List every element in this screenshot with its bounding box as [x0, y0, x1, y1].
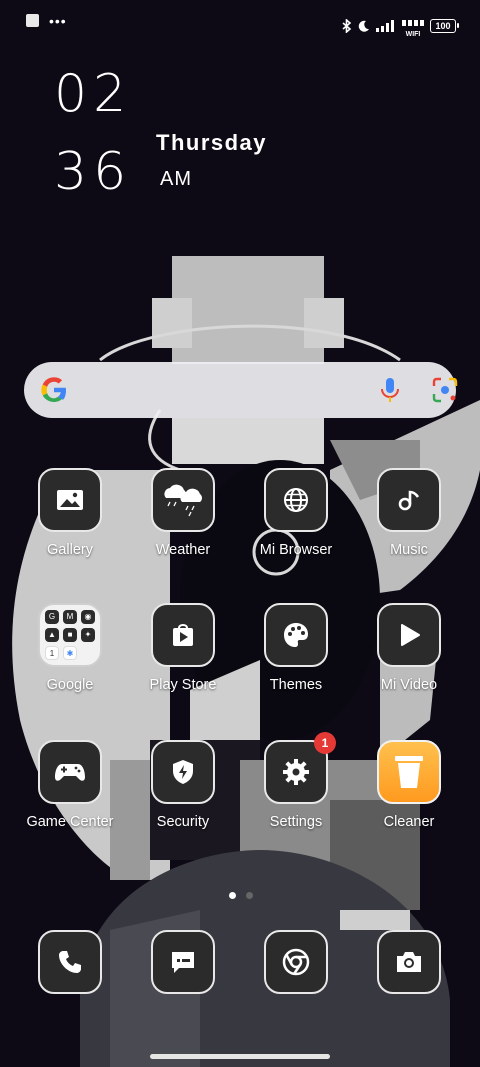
- app-label: Themes: [269, 677, 323, 693]
- more-dots-icon: •••: [49, 12, 67, 29]
- dock-chrome[interactable]: [240, 930, 352, 994]
- app-label: Music: [390, 542, 428, 558]
- google-lens-icon[interactable]: [432, 377, 458, 403]
- weather-icon: [164, 484, 202, 517]
- app-mi-video[interactable]: Mi Video: [353, 603, 465, 693]
- app-label: Gallery: [47, 542, 93, 558]
- folder-mini-icon: M: [63, 610, 77, 624]
- app-music[interactable]: Music: [353, 468, 465, 558]
- app-settings[interactable]: 1 Settings: [240, 732, 352, 830]
- page-dot: [246, 892, 253, 899]
- dock-camera[interactable]: [353, 930, 465, 994]
- phone-icon: [59, 951, 81, 973]
- music-note-icon: [398, 490, 420, 511]
- signal-icon: [376, 19, 394, 32]
- app-label: Cleaner: [383, 814, 435, 830]
- app-play-store[interactable]: Play Store: [127, 603, 239, 693]
- app-label: Google: [46, 677, 94, 693]
- wifi-icon: WIFI: [402, 13, 424, 38]
- app-label: Mi Video: [380, 677, 438, 693]
- play-icon: [401, 624, 420, 646]
- app-game-center[interactable]: Game Center: [14, 740, 126, 830]
- microphone-icon[interactable]: [378, 376, 402, 404]
- app-label: Weather: [155, 542, 211, 558]
- folder-mini-icon: ▲: [45, 628, 59, 642]
- gesture-navigation-bar[interactable]: [150, 1054, 330, 1059]
- globe-icon: [284, 488, 308, 512]
- app-label: Settings: [269, 814, 323, 830]
- bluetooth-icon: [342, 18, 352, 33]
- app-gallery[interactable]: Gallery: [14, 468, 126, 558]
- clock-day: Thursday: [156, 130, 268, 155]
- gallery-icon: [57, 490, 83, 510]
- shield-bolt-icon: [173, 760, 193, 784]
- folder-mini-icon: ◉: [81, 610, 95, 624]
- notification-square-icon: [26, 14, 39, 27]
- app-themes[interactable]: Themes: [240, 603, 352, 693]
- dock-phone[interactable]: [14, 930, 126, 994]
- google-search-bar[interactable]: [24, 362, 458, 418]
- google-folder-icon: G M ◉ ▲ ■ ✦ 1 ✱: [38, 603, 102, 667]
- status-bar: ••• WIFI 100: [0, 0, 480, 44]
- folder-mini-icon: G: [45, 610, 59, 624]
- gear-icon: [283, 759, 309, 785]
- dock-messages[interactable]: [127, 930, 239, 994]
- app-cleaner[interactable]: Cleaner: [353, 740, 465, 830]
- page-indicator: [229, 892, 253, 899]
- battery-icon: 100: [430, 18, 459, 33]
- camera-icon: [397, 952, 421, 972]
- app-label: Game Center: [26, 814, 114, 830]
- trash-bin-icon: [395, 756, 423, 788]
- messages-icon: [172, 952, 194, 973]
- clock-minute[interactable]: 36: [54, 142, 132, 202]
- gamepad-icon: [55, 764, 85, 781]
- folder-google[interactable]: G M ◉ ▲ ■ ✦ 1 ✱ Google: [14, 603, 126, 693]
- app-weather[interactable]: Weather: [127, 468, 239, 558]
- app-mi-browser[interactable]: Mi Browser: [240, 468, 352, 558]
- clock-hour[interactable]: 02: [54, 64, 132, 124]
- app-label: Mi Browser: [259, 542, 333, 558]
- play-store-bag-icon: [173, 624, 193, 646]
- folder-mini-icon: ✦: [81, 628, 95, 642]
- wifi-label: WIFI: [405, 31, 421, 38]
- palette-icon: [284, 623, 308, 647]
- folder-mini-icon: ■: [63, 628, 77, 642]
- app-security[interactable]: Security: [127, 740, 239, 830]
- notification-badge: 1: [314, 732, 336, 754]
- app-label: Play Store: [149, 677, 217, 693]
- do-not-disturb-moon-icon: [358, 20, 369, 32]
- chrome-icon: [282, 948, 310, 976]
- page-dot-active: [229, 892, 236, 899]
- clock-ampm: AM: [160, 168, 192, 190]
- google-g-icon: [41, 377, 66, 402]
- folder-mini-icon: 1: [45, 646, 59, 660]
- folder-mini-icon: ✱: [63, 646, 77, 660]
- app-label: Security: [156, 814, 210, 830]
